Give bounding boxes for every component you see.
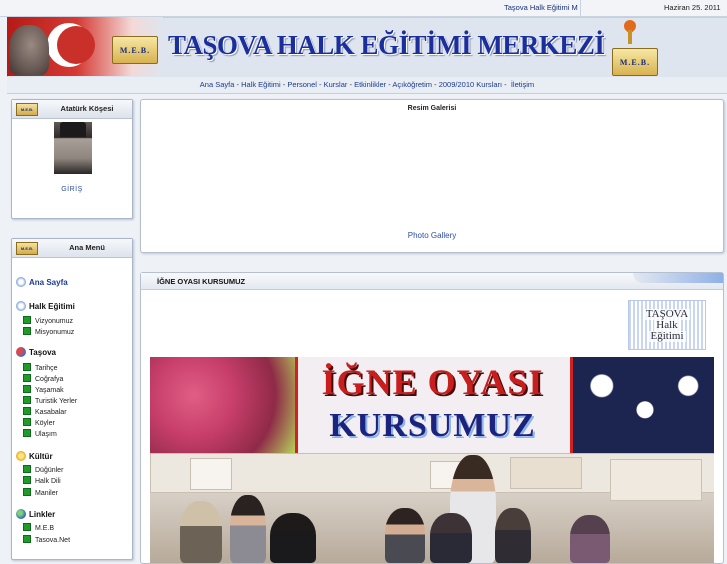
giris-link[interactable]: GİRİŞ bbox=[12, 186, 132, 193]
ataturk-portrait-image bbox=[9, 25, 49, 75]
menu-item[interactable]: Ulaşım bbox=[23, 429, 57, 438]
menu-item[interactable]: Düğünler bbox=[23, 465, 63, 474]
student-figure bbox=[230, 495, 266, 563]
ataturk-corner-box: M.E.B. Atatürk Köşesi GİRİŞ bbox=[11, 99, 133, 219]
box-title: Ana Menü bbox=[69, 243, 105, 252]
menu-item[interactable]: Vizyonumuz bbox=[23, 316, 73, 325]
menu-item[interactable]: Yaşamak bbox=[23, 385, 64, 394]
bullet-icon bbox=[23, 327, 31, 335]
bullet-icon bbox=[23, 523, 31, 531]
bullet-icon bbox=[23, 374, 31, 382]
menu-item[interactable]: M.E.B bbox=[23, 523, 54, 532]
bullet-icon bbox=[23, 429, 31, 437]
photo-gallery-link[interactable]: Photo Gallery bbox=[141, 231, 723, 240]
box-header: M.E.B. Atatürk Köşesi bbox=[12, 100, 132, 119]
divider bbox=[580, 0, 581, 16]
bullet-icon bbox=[23, 535, 31, 543]
main-nav: Ana Sayfa - Halk Eğitimi - Personel - Ku… bbox=[7, 77, 727, 94]
tasova-logo-stamp: TAŞOVA Halk Eğitimi bbox=[628, 300, 706, 350]
menu-item[interactable]: Turistik Yerler bbox=[23, 396, 77, 405]
menu-item[interactable]: Kasabalar bbox=[23, 407, 67, 416]
menu-item[interactable]: Misyonumuz bbox=[23, 327, 74, 336]
bullet-icon bbox=[23, 488, 31, 496]
header-decoration bbox=[633, 273, 723, 283]
bullet-icon bbox=[23, 407, 31, 415]
current-date: Haziran 25. 2011 bbox=[664, 3, 721, 12]
star-icon bbox=[16, 451, 26, 461]
bullet-icon bbox=[23, 476, 31, 484]
banner-headline-line1: İĞNE OYASI bbox=[321, 362, 544, 402]
menu-section-linkler[interactable]: Linkler bbox=[16, 509, 55, 519]
nav-item-kurslari[interactable]: 2009/2010 Kursları bbox=[439, 80, 502, 89]
bullet-icon bbox=[23, 396, 31, 404]
nav-item-acikogretim[interactable]: Açıköğretim bbox=[392, 80, 432, 89]
menu-section-halk-egitimi[interactable]: Halk Eğitimi bbox=[16, 301, 75, 311]
student-figure bbox=[570, 515, 610, 563]
home-icon bbox=[16, 277, 26, 287]
crescent-shape-inner bbox=[57, 26, 95, 64]
globe-icon bbox=[16, 509, 26, 519]
poster bbox=[510, 457, 582, 489]
nav-item-kurslar[interactable]: Kurslar bbox=[324, 80, 348, 89]
student-figure bbox=[495, 508, 531, 563]
course-banner-image: İĞNE OYASI KURSUMUZ bbox=[150, 357, 714, 453]
menu-item[interactable]: Tasova.Net bbox=[23, 535, 70, 544]
ataturk-portrait-image[interactable] bbox=[54, 122, 92, 174]
stamp-line: TAŞOVA bbox=[643, 307, 691, 320]
box-title: Atatürk Köşesi bbox=[60, 104, 114, 113]
article-header: İĞNE OYASI KURSUMUZ bbox=[141, 273, 723, 290]
article-box: İĞNE OYASI KURSUMUZ TAŞOVA Halk Eğitimi … bbox=[140, 272, 724, 564]
menu-item[interactable]: Maniler bbox=[23, 488, 58, 497]
banner-headline-line2: KURSUMUZ bbox=[329, 407, 536, 444]
site-title: TAŞOVA HALK EĞİTİMİ MERKEZİ bbox=[168, 30, 605, 60]
nav-links: Ana Sayfa - Halk Eğitimi - Personel - Ku… bbox=[199, 80, 535, 89]
menu-item[interactable]: Coğrafya bbox=[23, 374, 63, 383]
nav-item-halk-egitimi[interactable]: Halk Eğitimi bbox=[241, 80, 281, 89]
photo-gallery-box: Resim Galerisi Photo Gallery bbox=[140, 99, 724, 253]
torch-icon bbox=[628, 30, 632, 44]
menu-home-link[interactable]: Ana Sayfa bbox=[16, 277, 68, 287]
bullet-icon bbox=[23, 465, 31, 473]
menu-item[interactable]: Köyler bbox=[23, 418, 55, 427]
bullet-icon bbox=[23, 418, 31, 426]
bullet-icon bbox=[23, 385, 31, 393]
nav-item-etkinlikler[interactable]: Etkinlikler bbox=[354, 80, 386, 89]
poster bbox=[610, 459, 702, 501]
needle-lace-photo bbox=[150, 357, 298, 453]
article-title[interactable]: İĞNE OYASI KURSUMUZ bbox=[157, 277, 245, 286]
meb-logo-icon: M.E.B. bbox=[16, 103, 38, 116]
meb-logo-icon: M.E.B. bbox=[612, 48, 658, 76]
student-figure bbox=[180, 501, 222, 563]
stamp-line: Halk bbox=[654, 318, 680, 331]
news-ticker[interactable]: Taşova Halk Eğitimi M bbox=[504, 3, 578, 12]
menu-section-tasova[interactable]: Taşova bbox=[16, 347, 56, 357]
home-icon bbox=[16, 301, 26, 311]
people-icon bbox=[16, 347, 26, 357]
top-bar: Taşova Halk Eğitimi M Haziran 25. 2011 bbox=[0, 0, 727, 17]
gallery-title: Resim Galerisi bbox=[407, 105, 457, 112]
student-figure bbox=[270, 513, 316, 563]
stamp-line: Eğitimi bbox=[648, 329, 686, 342]
main-menu-box: M.E.B. Ana Menü Ana Sayfa Halk Eğitimi V… bbox=[11, 238, 133, 560]
bullet-icon bbox=[23, 363, 31, 371]
poster bbox=[190, 458, 232, 490]
menu-item[interactable]: Tarihçe bbox=[23, 363, 58, 372]
lace-flowers-photo bbox=[570, 357, 714, 453]
menu-section-kultur[interactable]: Kültür bbox=[16, 451, 53, 461]
student-figure bbox=[430, 513, 472, 563]
meb-logo-icon: M.E.B. bbox=[112, 36, 158, 64]
bullet-icon bbox=[23, 316, 31, 324]
menu-item[interactable]: Halk Dili bbox=[23, 476, 61, 485]
nav-item-personel[interactable]: Personel bbox=[287, 80, 317, 89]
box-header: M.E.B. Ana Menü bbox=[12, 239, 132, 258]
meb-logo-icon: M.E.B. bbox=[16, 242, 38, 255]
nav-item-ana-sayfa[interactable]: Ana Sayfa bbox=[200, 80, 235, 89]
student-figure bbox=[385, 508, 425, 563]
classroom-photo bbox=[150, 453, 714, 563]
nav-item-iletisim[interactable]: İletişim bbox=[511, 80, 534, 89]
